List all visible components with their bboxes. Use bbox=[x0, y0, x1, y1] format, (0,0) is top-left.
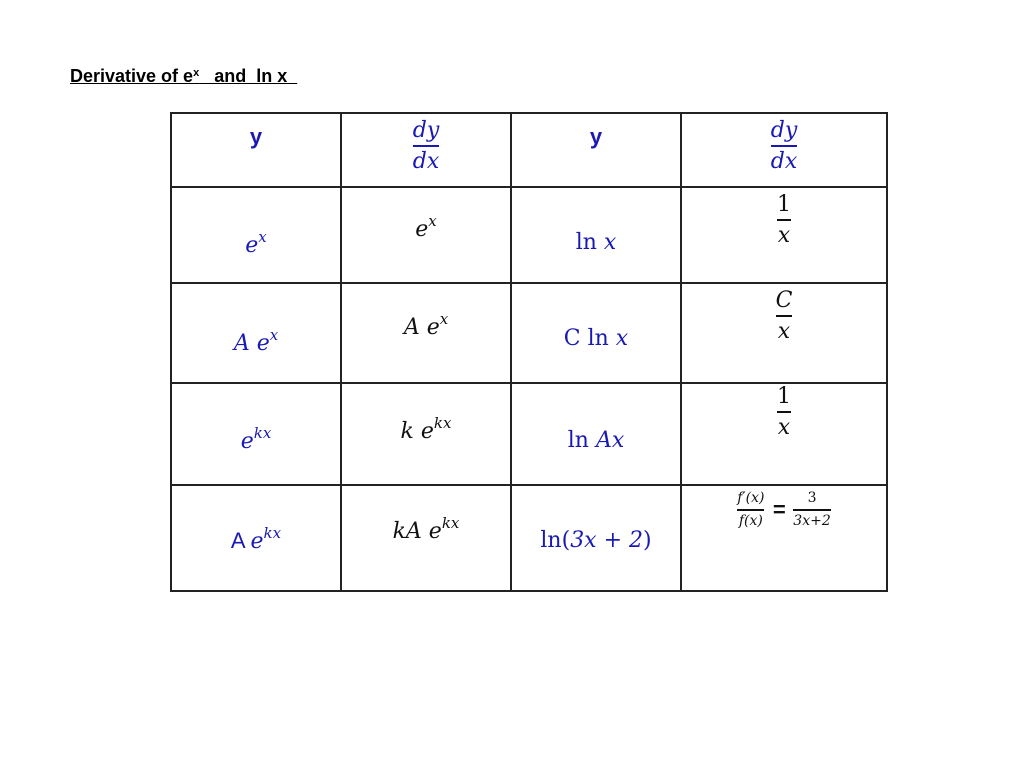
cell-exp-y: ekx bbox=[170, 382, 342, 486]
fraction-bar bbox=[777, 219, 791, 222]
expr-base: k e bbox=[400, 419, 434, 444]
cell-exp-y: A ex bbox=[170, 282, 342, 384]
cell-exp-y: ex bbox=[170, 186, 342, 284]
rhs-fraction: 3 3x+2 bbox=[793, 490, 831, 529]
table-row: A ekx kA ekx ln(3x + 2) f′(x) f(x) = 3 3x+2 bbox=[170, 484, 888, 592]
header-dydx-exp: dy dx bbox=[340, 112, 512, 188]
cell-ln-dy: 1x bbox=[680, 382, 888, 486]
denominator: x bbox=[777, 223, 791, 249]
cell-ln-dy: Cx bbox=[680, 282, 888, 384]
expr-base: A e bbox=[403, 315, 440, 340]
expr-argument: 3x + 2 bbox=[570, 528, 644, 553]
header-dydx-ln: dy dx bbox=[680, 112, 888, 188]
header-row: y dy dx y dy dx bbox=[170, 112, 888, 188]
title-prefix: Derivative of e bbox=[70, 66, 194, 86]
expr-close-paren: ) bbox=[643, 528, 652, 553]
dydx-fraction: dy dx bbox=[412, 118, 440, 175]
fraction-bar bbox=[412, 145, 440, 148]
expr-exponent: x bbox=[258, 228, 267, 246]
cell-exp-dy: A ex bbox=[340, 282, 512, 384]
expr-argument: x bbox=[615, 326, 629, 351]
derivative-fraction: 1x bbox=[777, 193, 791, 247]
expr-function: ln bbox=[575, 230, 604, 255]
fraction-bar bbox=[770, 145, 798, 148]
expr-function: ln( bbox=[540, 528, 571, 553]
fraction-bar bbox=[775, 315, 793, 318]
expr-exponent: kx bbox=[441, 514, 460, 532]
numerator: 3 bbox=[807, 490, 817, 506]
cell-exp-y: A ekx bbox=[170, 484, 342, 592]
derivative-fraction: 1x bbox=[777, 385, 791, 439]
derivatives-table: y dy dx y dy dx ex ex ln x 1x A ex A ex C … bbox=[170, 112, 888, 592]
expr-argument: x bbox=[603, 230, 617, 255]
denominator: 3x+2 bbox=[793, 512, 831, 529]
numerator: C bbox=[775, 288, 793, 313]
numerator: dy bbox=[770, 118, 798, 143]
expr-exponent: x bbox=[439, 310, 449, 328]
fraction-bar bbox=[777, 411, 791, 414]
expr-exponent: x bbox=[428, 212, 437, 230]
numerator: dy bbox=[412, 118, 440, 143]
cell-ln-y: ln Ax bbox=[510, 382, 682, 486]
expr-coefficient: A bbox=[230, 528, 251, 553]
fraction-bar bbox=[737, 508, 765, 511]
expr-base: e bbox=[415, 217, 429, 242]
numerator: 1 bbox=[777, 384, 791, 409]
header-y-exp: y bbox=[170, 112, 342, 188]
denominator: x bbox=[777, 319, 791, 345]
expr-base: kA e bbox=[392, 519, 442, 544]
expr-function: C ln bbox=[563, 326, 616, 351]
expr-base: e bbox=[250, 529, 264, 554]
lhs-fraction: f′(x) f(x) bbox=[737, 490, 765, 529]
log-derivative-formula: f′(x) f(x) = 3 3x+2 bbox=[737, 491, 831, 528]
fraction-bar bbox=[793, 508, 831, 511]
cell-ln-y: ln(3x + 2) bbox=[510, 484, 682, 592]
numerator: f′(x) bbox=[737, 490, 765, 506]
expr-exponent: kx bbox=[263, 524, 282, 542]
cell-ln-y: ln x bbox=[510, 186, 682, 284]
table-row: ex ex ln x 1x bbox=[170, 186, 888, 284]
denominator: dx bbox=[770, 149, 798, 175]
expr-function: ln bbox=[567, 428, 596, 453]
cell-exp-dy: k ekx bbox=[340, 382, 512, 486]
cell-exp-dy: ex bbox=[340, 186, 512, 284]
equals-sign: = bbox=[772, 496, 786, 522]
cell-ln-dy: f′(x) f(x) = 3 3x+2 bbox=[680, 484, 888, 592]
header-label: y bbox=[249, 124, 263, 149]
expr-base: e bbox=[245, 233, 259, 258]
expr-exponent: x bbox=[269, 326, 279, 344]
dydx-fraction: dy dx bbox=[770, 118, 798, 175]
derivative-fraction: Cx bbox=[775, 288, 793, 345]
table-row: ekx k ekx ln Ax 1x bbox=[170, 382, 888, 486]
page-title: Derivative of ex and ln x bbox=[70, 66, 297, 87]
denominator: f(x) bbox=[738, 512, 763, 529]
cell-exp-dy: kA ekx bbox=[340, 484, 512, 592]
numerator: 1 bbox=[777, 192, 791, 217]
title-suffix: and ln x bbox=[199, 66, 298, 86]
denominator: x bbox=[777, 415, 791, 441]
expr-base: e bbox=[240, 429, 254, 454]
expr-argument: Ax bbox=[595, 428, 625, 453]
table-row: A ex A ex C ln x Cx bbox=[170, 282, 888, 384]
denominator: dx bbox=[412, 149, 440, 175]
header-y-ln: y bbox=[510, 112, 682, 188]
cell-ln-y: C ln x bbox=[510, 282, 682, 384]
expr-exponent: kx bbox=[253, 424, 272, 442]
expr-base: A e bbox=[233, 331, 270, 356]
expr-exponent: kx bbox=[433, 414, 452, 432]
header-label: y bbox=[589, 124, 603, 149]
cell-ln-dy: 1x bbox=[680, 186, 888, 284]
